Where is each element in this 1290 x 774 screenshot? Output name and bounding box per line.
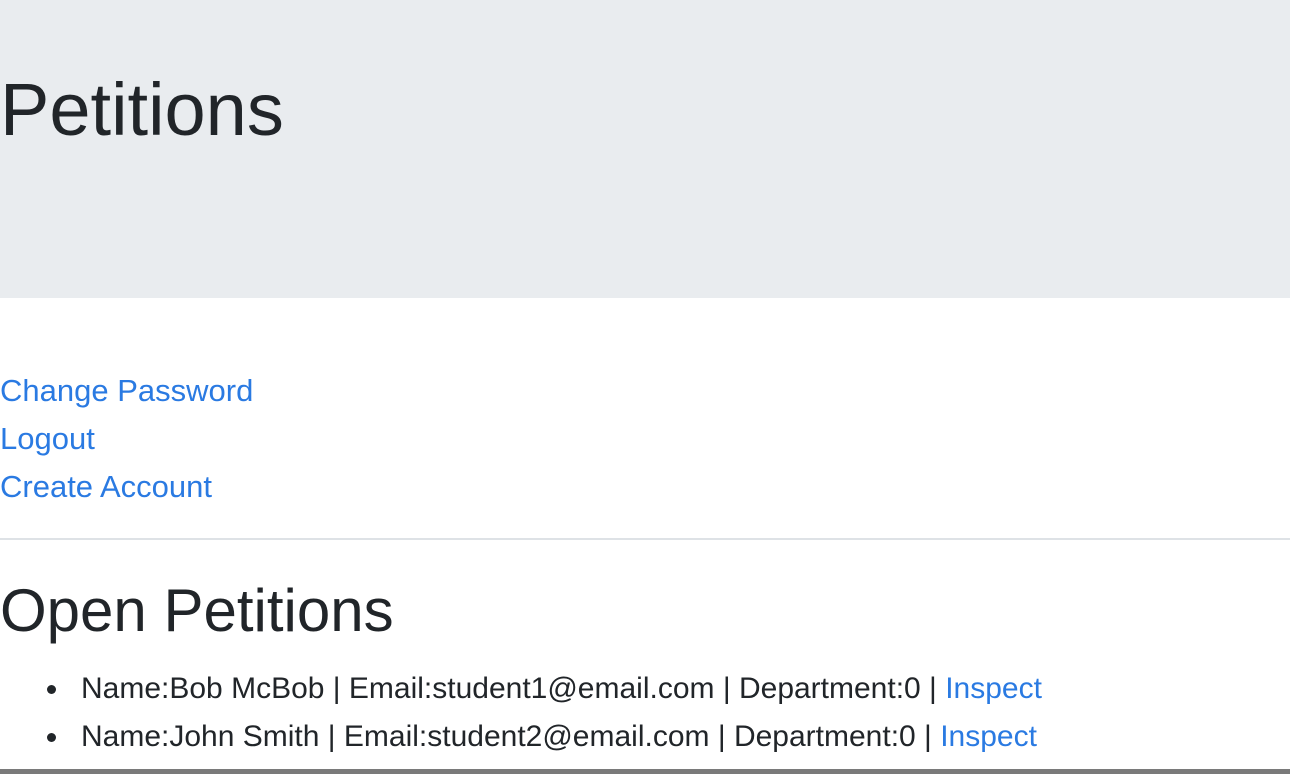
header-banner: Petitions bbox=[0, 0, 1290, 298]
window-bottom-edge bbox=[0, 769, 1290, 774]
page-title: Petitions bbox=[0, 68, 284, 151]
create-account-link[interactable]: Create Account bbox=[0, 463, 253, 511]
bullet-icon bbox=[47, 733, 56, 742]
logout-link[interactable]: Logout bbox=[0, 415, 253, 463]
petition-list: Name:Bob McBob | Email:student1@email.co… bbox=[0, 665, 1042, 761]
bullet-icon bbox=[47, 685, 56, 694]
open-petitions-heading: Open Petitions bbox=[0, 577, 394, 644]
petition-list-item: Name:John Smith | Email:student2@email.c… bbox=[0, 713, 1042, 761]
inspect-link[interactable]: Inspect bbox=[945, 672, 1042, 705]
petition-details: Name:John Smith | Email:student2@email.c… bbox=[81, 720, 941, 753]
account-links: Change Password Logout Create Account bbox=[0, 367, 253, 511]
change-password-link[interactable]: Change Password bbox=[0, 367, 253, 415]
section-divider bbox=[0, 538, 1290, 540]
petition-details: Name:Bob McBob | Email:student1@email.co… bbox=[81, 672, 946, 705]
petition-list-item: Name:Bob McBob | Email:student1@email.co… bbox=[0, 665, 1042, 713]
inspect-link[interactable]: Inspect bbox=[940, 720, 1037, 753]
